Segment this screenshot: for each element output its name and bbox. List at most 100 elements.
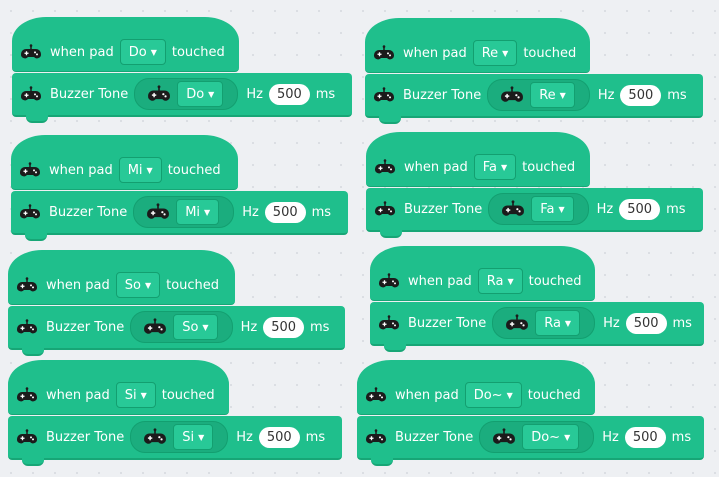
hz-input[interactable]: 500 [264,201,306,223]
caret-down-icon: ▼ [502,48,509,58]
block-stack-ra[interactable]: when pad Ra ▼ touched Buzzer Tone Ra ▼ Hz … [370,246,705,352]
tone-dropdown[interactable]: Re ▼ [530,82,575,108]
gamepad-icon [12,33,50,71]
ms-label: ms [666,201,686,217]
pad-dropdown[interactable]: Ra ▼ [477,268,523,294]
ms-label: ms [305,429,326,445]
buzzer-tone-label: Buzzer Tone [46,429,125,445]
when-pad-touched-block[interactable]: when pad Mi ▼ touched [11,135,238,190]
when-pad-touched-block[interactable]: when pad So ▼ touched [8,250,235,305]
tone-dropdown[interactable]: So ▼ [173,314,218,340]
gamepad-icon [147,85,171,103]
buzzer-tone-block[interactable]: Buzzer Tone Ra ▼ Hz 500 ms [370,302,704,352]
gamepad-icon [143,318,167,336]
block-stack-fa[interactable]: when pad Fa ▼ touched Buzzer Tone Fa ▼ Hz … [366,132,704,238]
gamepad-icon [357,376,395,414]
caret-down-icon: ▼ [204,207,211,217]
ms-label: ms [311,204,332,220]
block-stack-re[interactable]: when pad Re ▼ touched Buzzer Tone Re ▼ Hz … [365,18,705,124]
ms-label: ms [315,86,336,102]
touched-label: touched [522,159,576,175]
buzzer-tone-block[interactable]: Buzzer Tone Mi ▼ Hz 500 ms [11,191,348,241]
gamepad-icon [366,148,404,186]
tone-reporter[interactable]: Do ▼ [134,78,239,110]
when-pad-label: when pad [408,273,472,289]
pad-dropdown[interactable]: Do ▼ [119,39,166,65]
hz-input[interactable]: 500 [620,84,662,106]
hz-label: Hz [596,201,614,217]
tone-dropdown[interactable]: Ra ▼ [535,310,581,336]
gamepad-icon [501,200,525,218]
buzzer-tone-block[interactable]: Buzzer Tone Do~ ▼ Hz 500 ms [357,416,704,466]
when-pad-label: when pad [404,159,468,175]
gamepad-icon [500,86,524,104]
gamepad-icon [11,191,49,233]
gamepad-icon [8,306,46,348]
pad-dropdown[interactable]: Fa ▼ [473,154,517,180]
ms-label: ms [667,87,687,103]
when-pad-touched-block[interactable]: when pad Do~ ▼ touched [357,360,595,415]
hz-input[interactable]: 500 [624,426,666,448]
caret-down-icon: ▼ [507,276,514,286]
hz-input[interactable]: 500 [268,83,310,105]
tone-reporter[interactable]: Fa ▼ [488,193,589,225]
tone-reporter[interactable]: So ▼ [130,311,233,343]
block-stack-so[interactable]: when pad So ▼ touched Buzzer Tone So ▼ Hz … [8,250,346,356]
hz-input[interactable]: 500 [625,312,667,334]
buzzer-tone-block[interactable]: Buzzer Tone Re ▼ Hz 500 ms [365,74,703,124]
when-pad-label: when pad [46,277,110,293]
when-pad-touched-block[interactable]: when pad Re ▼ touched [365,18,590,73]
gamepad-icon [146,203,170,221]
tone-dropdown[interactable]: Do~ ▼ [522,424,580,450]
block-stack-si[interactable]: when pad Si ▼ touched Buzzer Tone Si ▼ Hz … [8,360,343,466]
tone-reporter[interactable]: Si ▼ [130,421,229,453]
when-pad-touched-block[interactable]: when pad Fa ▼ touched [366,132,590,187]
tone-reporter[interactable]: Re ▼ [487,79,590,111]
buzzer-tone-block[interactable]: Buzzer Tone Fa ▼ Hz 500 ms [366,188,703,238]
buzzer-tone-block[interactable]: Buzzer Tone Si ▼ Hz 500 ms [8,416,342,466]
gamepad-icon [366,188,404,230]
block-stack-do[interactable]: when pad Do ▼ touched Buzzer Tone Do ▼ Hz … [12,17,352,123]
buzzer-tone-label: Buzzer Tone [46,319,125,335]
caret-down-icon: ▼ [208,89,215,99]
tone-dropdown[interactable]: Mi ▼ [176,199,220,225]
when-pad-label: when pad [403,45,467,61]
hz-label: Hz [597,87,615,103]
tone-reporter[interactable]: Mi ▼ [133,196,235,228]
caret-down-icon: ▼ [146,165,153,175]
caret-down-icon: ▼ [198,432,205,442]
buzzer-tone-block[interactable]: Buzzer Tone So ▼ Hz 500 ms [8,306,345,356]
touched-label: touched [171,44,225,60]
tone-dropdown[interactable]: Si ▼ [173,424,214,450]
hz-label: Hz [236,429,253,445]
buzzer-tone-label: Buzzer Tone [408,315,487,331]
block-stack-do-high[interactable]: when pad Do~ ▼ touched Buzzer Tone Do~ ▼ H… [357,360,705,466]
gamepad-icon [8,416,46,458]
touched-label: touched [167,162,221,178]
pad-dropdown[interactable]: Mi ▼ [118,157,162,183]
hz-input[interactable]: 500 [263,316,305,338]
block-stack-mi[interactable]: when pad Mi ▼ touched Buzzer Tone Mi ▼ Hz … [11,135,349,241]
caret-down-icon: ▼ [564,318,572,328]
touched-label: touched [528,273,582,289]
buzzer-tone-label: Buzzer Tone [395,429,474,445]
pad-dropdown[interactable]: Re ▼ [472,40,518,66]
pad-dropdown[interactable]: Do~ ▼ [464,382,522,408]
hz-input[interactable]: 500 [619,198,661,220]
when-pad-label: when pad [49,162,113,178]
hz-label: Hz [603,315,620,331]
buzzer-tone-block[interactable]: Buzzer Tone Do ▼ Hz 500 ms [12,73,352,123]
gamepad-icon [357,416,395,458]
when-pad-touched-block[interactable]: when pad Si ▼ touched [8,360,229,415]
tone-reporter[interactable]: Do~ ▼ [479,421,595,453]
caret-down-icon: ▼ [564,432,571,442]
when-pad-touched-block[interactable]: when pad Ra ▼ touched [370,246,595,301]
gamepad-icon [8,376,46,414]
tone-dropdown[interactable]: Fa ▼ [531,196,574,222]
tone-dropdown[interactable]: Do ▼ [177,81,224,107]
tone-reporter[interactable]: Ra ▼ [492,307,596,339]
pad-dropdown[interactable]: Si ▼ [115,382,156,408]
when-pad-touched-block[interactable]: when pad Do ▼ touched [12,17,239,72]
hz-input[interactable]: 500 [258,426,300,448]
pad-dropdown[interactable]: So ▼ [115,272,161,298]
